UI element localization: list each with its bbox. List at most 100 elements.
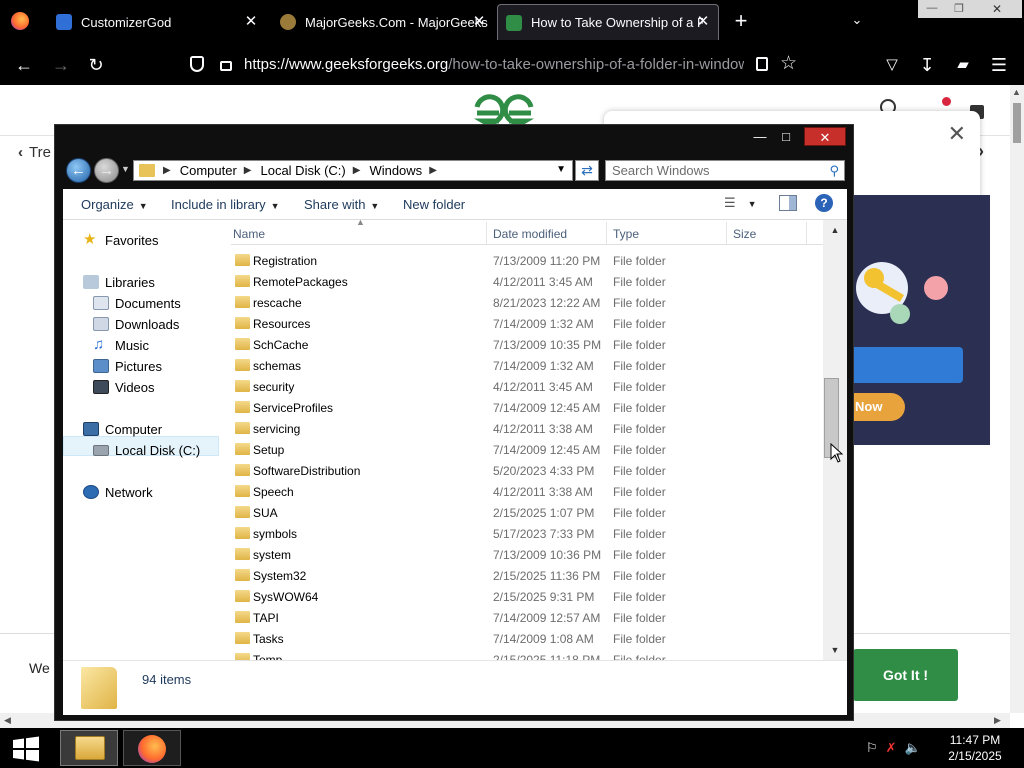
nav-local-disk[interactable]: Local Disk (C:) — [93, 440, 200, 460]
window-close-icon[interactable]: ✕ — [972, 0, 1022, 18]
nav-favorites[interactable]: ★ Favorites — [83, 230, 158, 250]
window-restore-icon[interactable]: ❐ — [946, 0, 972, 18]
tab-gfg-active[interactable]: How to Take Ownership of a Fo ✕ — [497, 4, 719, 40]
column-divider[interactable] — [726, 222, 727, 244]
table-row[interactable]: servicing 4/12/2011 3:38 AM File folder — [231, 418, 823, 439]
refresh-icon[interactable]: ⇄ — [575, 160, 599, 181]
action-center-flag-icon[interactable]: ⚐ — [866, 740, 878, 756]
extensions-puzzle-icon[interactable]: ▰ — [950, 52, 976, 78]
file-list-vertical-scrollbar[interactable]: ▲ ▼ — [823, 220, 847, 660]
address-dropdown-icon[interactable]: ▼ — [556, 164, 566, 175]
column-divider[interactable] — [806, 222, 807, 244]
notification-dot-icon[interactable] — [942, 97, 951, 106]
scroll-up-arrow-icon[interactable]: ▲ — [823, 222, 847, 238]
popup-close-icon[interactable]: ✕ — [948, 121, 966, 147]
table-row[interactable]: System32 2/15/2025 11:36 PM File folder — [231, 565, 823, 586]
scroll-right-arrow-icon[interactable]: ▶ — [994, 715, 1001, 726]
tracking-shield-icon[interactable] — [190, 56, 204, 72]
reload-icon[interactable]: ↻ — [83, 52, 109, 78]
new-folder-button[interactable]: New folder — [403, 197, 465, 212]
tab-close-icon[interactable]: ✕ — [470, 13, 488, 31]
breadcrumb-windows[interactable]: Windows — [369, 163, 422, 178]
table-row[interactable]: symbols 5/17/2023 7:33 PM File folder — [231, 523, 823, 544]
column-name[interactable]: Name — [233, 227, 265, 241]
url-bar[interactable]: https://www.geeksforgeeks.org/how-to-tak… — [180, 48, 802, 81]
scroll-down-arrow-icon[interactable]: ▼ — [823, 642, 847, 658]
table-row[interactable]: Speech 4/12/2011 3:38 AM File folder — [231, 481, 823, 502]
search-input[interactable]: Search Windows ⚲ — [605, 160, 845, 181]
breadcrumb-separator-icon[interactable]: ▶ — [429, 165, 437, 176]
table-row[interactable]: schemas 7/14/2009 1:32 AM File folder — [231, 355, 823, 376]
system-clock[interactable]: 11:47 PM 2/15/2025 — [940, 732, 1010, 764]
breadcrumb-local-disk[interactable]: Local Disk (C:) — [260, 163, 345, 178]
bookmark-star-icon[interactable]: ☆ — [780, 52, 797, 75]
table-row[interactable]: security 4/12/2011 3:45 AM File folder — [231, 376, 823, 397]
nav-network[interactable]: Network — [83, 482, 153, 502]
breadcrumb[interactable]: ▶ Computer ▶ Local Disk (C:) ▶ Windows ▶… — [133, 160, 573, 181]
column-date-modified[interactable]: Date modified — [493, 227, 567, 241]
nav-documents[interactable]: Documents — [93, 293, 181, 313]
forward-arrow-icon[interactable]: → — [48, 52, 74, 78]
got-it-button[interactable]: Got It ! — [853, 649, 958, 701]
explorer-forward-arrow-icon[interactable]: → — [94, 158, 119, 183]
trending-nav-link[interactable]: ‹ Tre — [18, 144, 51, 161]
table-row[interactable]: system 7/13/2009 10:36 PM File folder — [231, 544, 823, 565]
scroll-up-arrow-icon[interactable]: ▲ — [1012, 87, 1021, 97]
pocket-icon[interactable]: ▽ — [879, 52, 905, 78]
taskbar-explorer-button[interactable] — [60, 730, 118, 766]
table-row[interactable]: Resources 7/14/2009 1:32 AM File folder — [231, 313, 823, 334]
tab-customizergod[interactable]: CustomizerGod ✕ — [48, 0, 266, 44]
now-button[interactable]: Now — [845, 393, 905, 421]
page-vertical-scrollbar[interactable]: ▲ — [1010, 85, 1024, 713]
explorer-minimize-icon[interactable]: — — [747, 128, 773, 146]
search-icon[interactable]: ⚲ — [829, 163, 839, 179]
tab-majorgeeks[interactable]: MajorGeeks.Com - MajorGeeks ✕ — [272, 0, 494, 44]
banner-action-button[interactable] — [846, 347, 963, 383]
lock-icon[interactable] — [220, 61, 232, 71]
network-disconnected-icon[interactable]: ✗ — [886, 740, 897, 756]
column-type[interactable]: Type — [613, 227, 639, 241]
breadcrumb-separator-icon[interactable]: ▶ — [244, 165, 252, 176]
scroll-left-arrow-icon[interactable]: ◀ — [4, 715, 11, 726]
firefox-menu-icon[interactable] — [11, 12, 29, 30]
include-in-library-button[interactable]: Include in library ▼ — [171, 197, 280, 212]
reader-view-icon[interactable] — [756, 57, 768, 71]
organize-button[interactable]: Organize ▼ — [81, 197, 148, 212]
help-icon[interactable]: ? — [815, 194, 833, 212]
share-with-button[interactable]: Share with ▼ — [304, 197, 379, 212]
column-divider[interactable] — [606, 222, 607, 244]
breadcrumb-separator-icon[interactable]: ▶ — [163, 165, 171, 176]
volume-speaker-icon[interactable]: 🔈 — [905, 740, 921, 756]
taskbar-firefox-button[interactable] — [123, 730, 181, 766]
table-row[interactable]: Temp 2/15/2025 11:18 PM File folder — [231, 649, 823, 660]
table-row[interactable]: SchCache 7/13/2009 10:35 PM File folder — [231, 334, 823, 355]
table-row[interactable]: Registration 7/13/2009 11:20 PM File folde… — [231, 250, 823, 271]
page-scroll-thumb[interactable] — [1013, 103, 1021, 143]
window-minimize-icon[interactable]: — — [918, 0, 946, 18]
table-row[interactable]: rescache 8/21/2023 12:22 AM File folder — [231, 292, 823, 313]
nav-libraries[interactable]: Libraries — [83, 272, 155, 292]
url-text[interactable]: https://www.geeksforgeeks.org/how-to-tak… — [244, 56, 744, 73]
recent-pages-dropdown-icon[interactable]: ▼ — [121, 164, 130, 174]
breadcrumb-computer[interactable]: Computer — [180, 163, 237, 178]
change-view-button[interactable]: ☰ ▼ — [724, 195, 764, 213]
explorer-maximize-icon[interactable]: □ — [773, 128, 799, 146]
nav-computer[interactable]: Computer — [83, 419, 162, 439]
breadcrumb-separator-icon[interactable]: ▶ — [353, 165, 361, 176]
table-row[interactable]: SysWOW64 2/15/2025 9:31 PM File folder — [231, 586, 823, 607]
table-row[interactable]: ServiceProfiles 7/14/2009 12:45 AM File fo… — [231, 397, 823, 418]
nav-pictures[interactable]: Pictures — [93, 356, 162, 376]
tab-close-icon[interactable]: ✕ — [242, 13, 260, 31]
column-divider[interactable] — [486, 222, 487, 244]
nav-videos[interactable]: Videos — [93, 377, 155, 397]
table-row[interactable]: Tasks 7/14/2009 1:08 AM File folder — [231, 628, 823, 649]
preview-pane-icon[interactable] — [779, 195, 797, 211]
table-row[interactable]: SUA 2/15/2025 1:07 PM File folder — [231, 502, 823, 523]
new-tab-plus-icon[interactable]: + — [730, 10, 752, 32]
table-row[interactable]: SoftwareDistribution 5/20/2023 4:33 PM Fil… — [231, 460, 823, 481]
column-size[interactable]: Size — [733, 227, 756, 241]
back-arrow-icon[interactable]: ← — [11, 52, 37, 78]
table-row[interactable]: Setup 7/14/2009 12:45 AM File folder — [231, 439, 823, 460]
table-row[interactable]: TAPI 7/14/2009 12:57 AM File folder — [231, 607, 823, 628]
table-row[interactable]: RemotePackages 4/12/2011 3:45 AM File fold… — [231, 271, 823, 292]
